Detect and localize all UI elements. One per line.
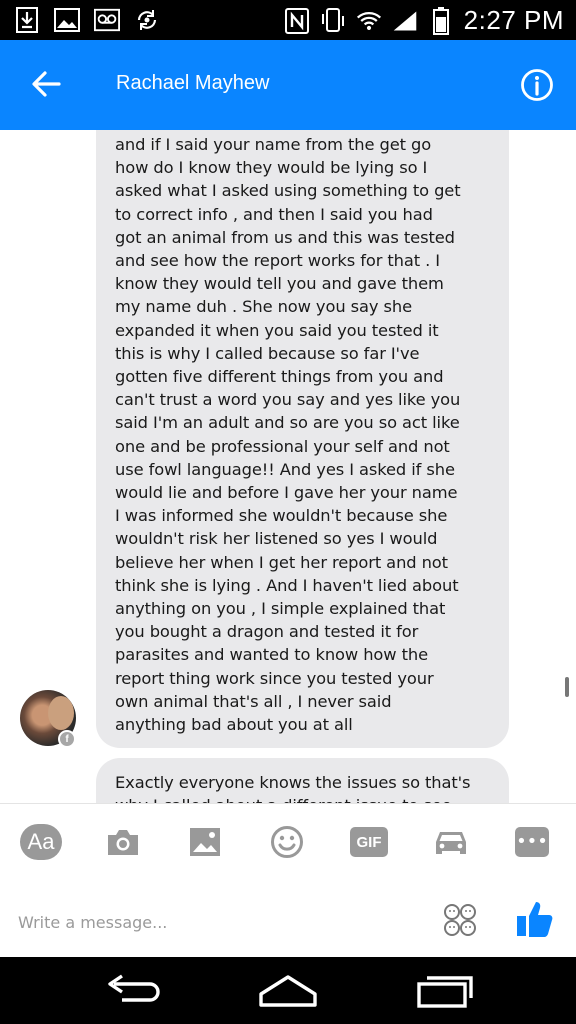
- navigation-bar: [0, 957, 576, 1024]
- messenger-badge: f: [58, 730, 76, 748]
- emoji-icon: [271, 826, 303, 858]
- conversation-header: Rachael Mayhew: [0, 40, 576, 130]
- thumbs-up-icon: [517, 902, 553, 937]
- camera-button[interactable]: [101, 824, 145, 860]
- scrollbar[interactable]: [565, 677, 569, 697]
- back-button[interactable]: [28, 64, 64, 104]
- battery-icon: [428, 6, 454, 35]
- sync-icon: [134, 6, 160, 34]
- nav-back-button[interactable]: [97, 971, 167, 1011]
- download-icon: [14, 6, 40, 34]
- message-list[interactable]: and if I said your name from the get go …: [0, 130, 576, 803]
- message-input[interactable]: [18, 902, 418, 942]
- gallery-icon: [190, 828, 220, 856]
- gif-button[interactable]: GIF: [350, 827, 388, 857]
- back-arrow-icon: [32, 71, 61, 97]
- gallery-button[interactable]: [183, 824, 227, 860]
- voicemail-icon: [94, 6, 120, 34]
- composer: Aa GIF •••: [0, 803, 576, 957]
- like-button[interactable]: [515, 898, 555, 940]
- message-bubble[interactable]: Exactly everyone knows the issues so tha…: [96, 758, 509, 803]
- message-bubble[interactable]: and if I said your name from the get go …: [96, 130, 509, 748]
- vibrate-icon: [320, 7, 346, 35]
- transportation-button[interactable]: [429, 824, 473, 860]
- wifi-icon: [356, 7, 382, 35]
- emoji-button[interactable]: [265, 824, 309, 860]
- info-button[interactable]: [520, 68, 554, 102]
- text-format-button[interactable]: Aa: [20, 824, 62, 860]
- sticker-icon: [444, 904, 476, 936]
- car-icon: [436, 832, 466, 854]
- recents-button[interactable]: [410, 971, 480, 1011]
- nav-back-icon: [108, 974, 160, 1002]
- contact-name[interactable]: Rachael Mayhew: [116, 72, 269, 95]
- home-button[interactable]: [253, 971, 323, 1011]
- more-button[interactable]: •••: [515, 827, 549, 857]
- composer-toolbar: Aa GIF •••: [0, 820, 576, 864]
- camera-icon: [108, 830, 138, 855]
- avatar-photo: [48, 696, 74, 730]
- notification-icons: [14, 6, 160, 34]
- message-text: Exactly everyone knows the issues so tha…: [115, 773, 471, 803]
- system-icons: 2:27 PM: [284, 5, 564, 36]
- message-text: and if I said your name from the get go …: [115, 135, 461, 735]
- recents-icon: [417, 976, 473, 1008]
- nfc-icon: [284, 7, 310, 35]
- signal-icon: [392, 7, 418, 35]
- info-icon: [521, 69, 553, 101]
- home-icon: [259, 975, 317, 1007]
- status-time: 2:27 PM: [463, 5, 564, 35]
- sticker-button[interactable]: [442, 902, 478, 938]
- status-bar: 2:27 PM: [0, 0, 576, 40]
- image-icon: [54, 6, 80, 34]
